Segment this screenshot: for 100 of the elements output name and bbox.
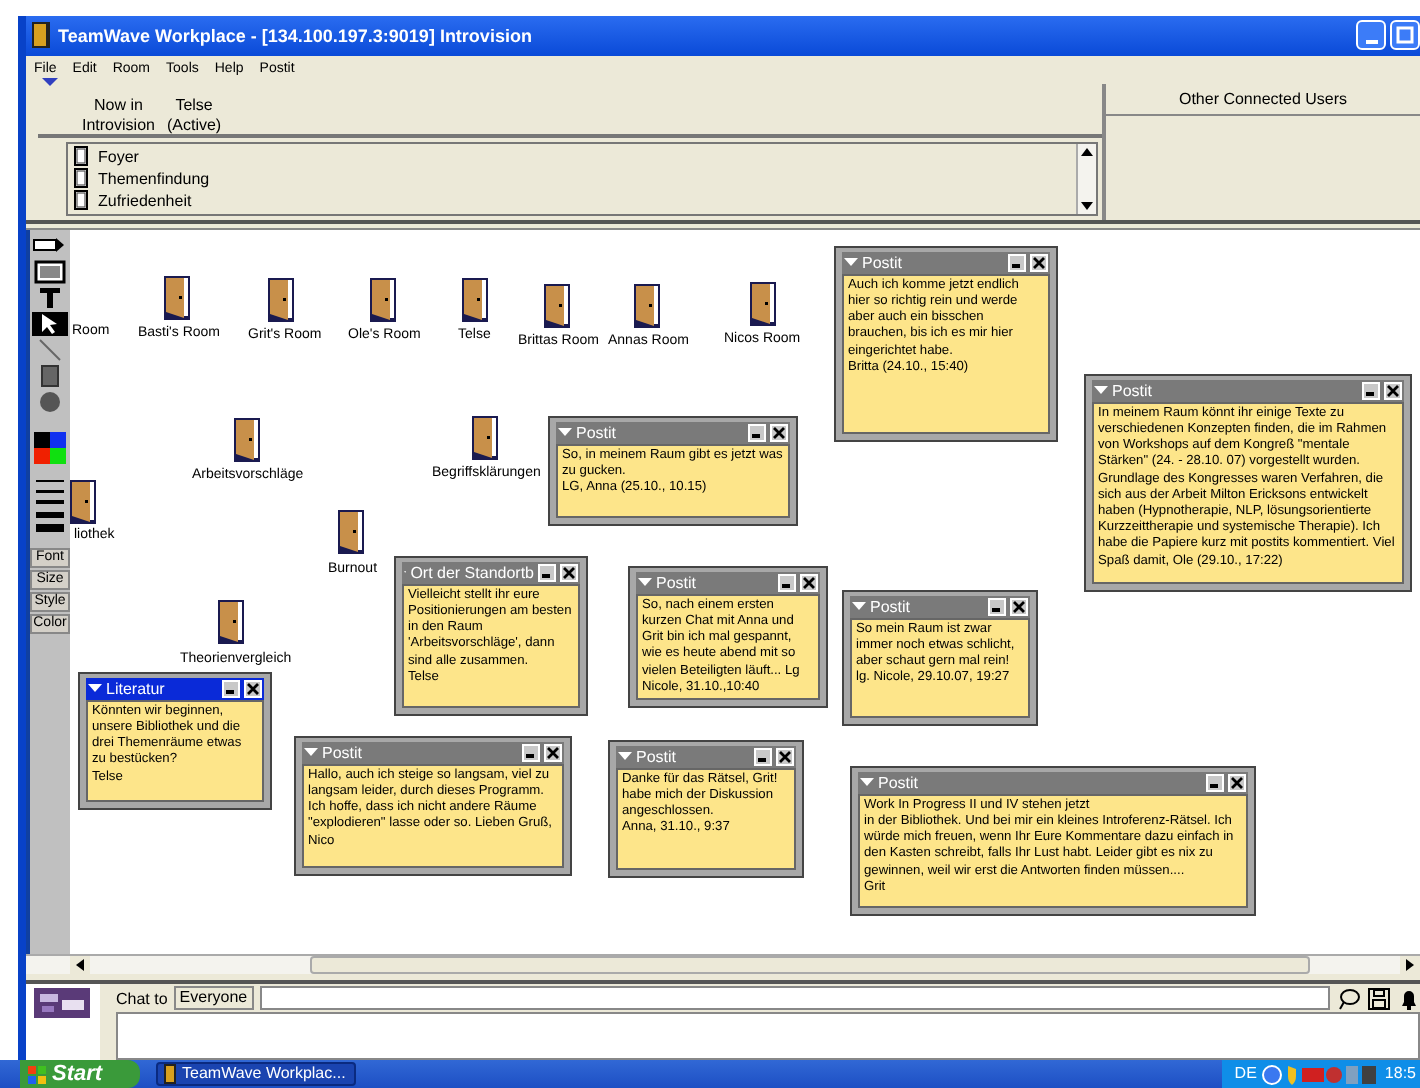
scroll-down-icon[interactable] [1078,197,1096,214]
windows-logo-icon [28,1065,46,1083]
close-icon [772,425,786,440]
minimize-button[interactable] [222,679,240,698]
close-button[interactable] [560,563,578,582]
recipient-button[interactable]: Everyone [173,986,254,1011]
postit-title: Postit [862,253,905,272]
close-icon [546,745,560,760]
close-button[interactable] [770,423,788,442]
close-icon [246,681,260,696]
room-list-item[interactable]: Foyer [98,147,139,166]
door-icon[interactable] [472,415,498,460]
vertical-scrollbar[interactable] [1076,143,1096,214]
postit-title: Literatur [106,679,167,698]
close-button[interactable] [1030,253,1048,272]
postit-title-bar[interactable]: Postit [556,421,790,444]
postit-title-bar[interactable]: Literatur [86,677,264,700]
postit-note[interactable] [850,765,1256,916]
tool-button[interactable] [32,259,68,284]
door-icon[interactable] [70,479,96,524]
save-icon[interactable] [1367,987,1389,1010]
room-list-item[interactable]: Themenfindung [98,169,210,188]
dropdown-icon[interactable] [42,77,58,86]
postit-title: Postit [636,747,679,766]
dropdown-icon[interactable] [860,778,874,787]
dropdown-icon[interactable] [844,258,858,267]
chat-logo-icon [34,988,90,1019]
close-button[interactable] [244,679,262,698]
close-button[interactable] [1228,773,1246,792]
dropdown-icon[interactable] [1094,386,1108,395]
app-icon [164,1064,176,1084]
postit-title-bar[interactable]: Postit [302,741,564,764]
door-icon[interactable] [338,509,364,554]
bell-icon[interactable] [1397,987,1419,1010]
close-button[interactable] [544,743,562,762]
close-icon [1386,383,1400,398]
close-button[interactable] [1010,597,1028,616]
door-icon[interactable] [370,277,396,322]
postit-title-bar[interactable]: Postit [636,571,820,594]
postit-note[interactable] [1084,373,1412,592]
taskbar-button[interactable]: TeamWave Workplac... [156,1062,356,1086]
maximize-button[interactable] [1390,20,1420,51]
chat-input[interactable] [259,986,1330,1011]
app-icon [32,22,50,49]
minimize-button[interactable] [1206,773,1224,792]
postit-title-bar[interactable]: Postit [1092,379,1404,402]
tray-icons-drawing[interactable] [1262,1063,1379,1085]
room-list-item[interactable]: Zufriedenheit [98,191,192,210]
dropdown-icon[interactable] [852,602,866,611]
minimize-button[interactable] [1356,20,1386,51]
minimize-icon [1365,40,1377,45]
postit-title-bar[interactable]: Postit [850,595,1030,618]
close-icon [802,575,816,590]
postit-title-bar[interactable]: Postit [858,771,1248,794]
close-button[interactable] [1384,381,1402,400]
door-icon[interactable] [462,277,488,322]
tool-button[interactable] [32,233,68,258]
color-palette-icon[interactable] [34,431,66,464]
dropdown-icon[interactable] [88,684,102,693]
minimize-button[interactable] [778,573,796,592]
line-width-icon[interactable] [34,477,66,534]
tool-button[interactable] [32,311,68,336]
clock: 18:5 [1384,1064,1416,1084]
dropdown-icon[interactable] [558,428,572,437]
minimize-button[interactable] [754,747,772,766]
dropdown-icon[interactable] [638,578,652,587]
door-icon[interactable] [218,599,244,644]
close-icon [1230,775,1244,790]
minimize-button[interactable] [988,597,1006,616]
scroll-up-icon[interactable] [1078,143,1096,160]
door-icon[interactable] [164,275,190,320]
horizontal-scrollbar[interactable] [26,954,1420,975]
door-icon[interactable] [268,277,294,322]
minimize-button[interactable] [538,563,556,582]
start-button[interactable]: Start [20,1060,140,1088]
dropdown-icon[interactable] [618,752,632,761]
dropdown-icon[interactable] [304,748,318,757]
postit-title-bar[interactable]: Postit [616,745,796,768]
minimize-button[interactable] [1362,381,1380,400]
close-icon [1032,255,1046,270]
postit-title-bar[interactable]: Postit [842,251,1050,274]
minimize-button[interactable] [522,743,540,762]
close-button[interactable] [800,573,818,592]
location-label: Now in Introvision [82,96,155,134]
postit-title: Postit [322,743,365,762]
scroll-thumb[interactable] [310,956,1310,975]
close-button[interactable] [776,747,794,766]
minimize-button[interactable] [1008,253,1026,272]
minimize-button[interactable] [748,423,766,442]
postit-title: Postit [870,597,913,616]
frame-tool-icon [32,259,68,284]
door-icon[interactable] [634,283,660,328]
postit-title-bar[interactable]: Ort der Standortb [402,561,580,584]
door-icon[interactable] [750,281,776,326]
door-icon[interactable] [234,417,260,462]
chat-label: Chat to [116,989,168,1008]
window-title: TeamWave Workplace - [134.100.197.3:9019] Introvision [58,25,532,47]
scroll-right-button[interactable] [1400,956,1420,975]
scroll-left-button[interactable] [70,956,90,975]
door-icon[interactable] [544,283,570,328]
